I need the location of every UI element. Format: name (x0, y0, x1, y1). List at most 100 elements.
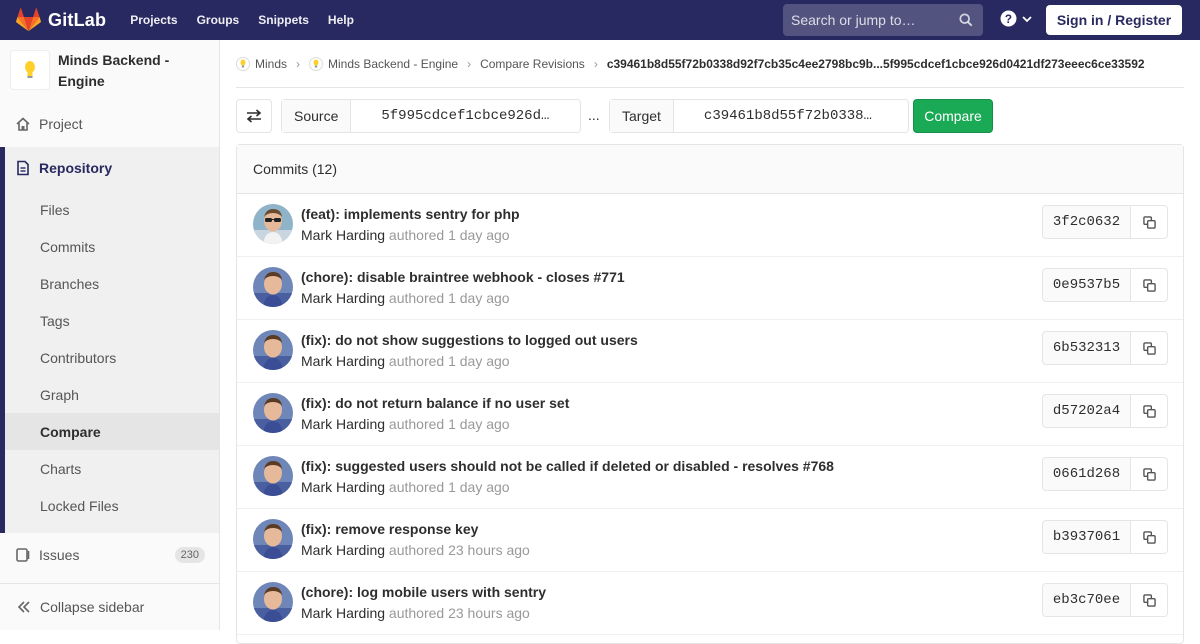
copy-sha-button[interactable] (1131, 457, 1168, 491)
copy-icon (1142, 530, 1156, 544)
issues-icon (16, 548, 30, 562)
search-placeholder: Search or jump to… (791, 12, 916, 28)
commit-author[interactable]: Mark Harding (301, 542, 385, 558)
commit-row: (fix): do not show suggestions to logged… (237, 320, 1183, 383)
commit-meta: Mark Harding authored 1 day ago (301, 227, 510, 243)
collapse-sidebar-button[interactable]: Collapse sidebar (0, 583, 219, 630)
commit-row: (chore): disable braintree webhook - clo… (237, 257, 1183, 320)
help-dropdown[interactable]: ? (1000, 10, 1033, 27)
breadcrumb-label: Minds Backend - Engine (328, 56, 459, 71)
nav-groups[interactable]: Groups (197, 13, 240, 27)
breadcrumb-current[interactable]: c39461b8d55f72b0338d92f7cb35c4ee2798bc9b… (607, 57, 1145, 71)
sidebar-item-project[interactable]: Project (0, 114, 219, 134)
source-dropdown[interactable]: 5f995cdcef1cbce926d… (351, 100, 549, 132)
author-avatar-image (253, 456, 293, 496)
commit-author[interactable]: Mark Harding (301, 353, 385, 369)
sign-in-button[interactable]: Sign in / Register (1046, 5, 1182, 35)
lightbulb-icon (25, 61, 35, 78)
author-avatar[interactable] (253, 456, 293, 496)
breadcrumb: Minds › Minds Backend - Engine › Compare… (236, 40, 1184, 88)
commit-author[interactable]: Mark Harding (301, 605, 385, 621)
target-dropdown[interactable]: c39461b8d55f72b0338… (674, 100, 872, 132)
commit-title[interactable]: (fix): suggested users should not be cal… (301, 458, 834, 474)
nav-snippets[interactable]: Snippets (258, 13, 309, 27)
commit-title[interactable]: (chore): log mobile users with sentry (301, 584, 546, 600)
copy-sha-button[interactable] (1131, 331, 1168, 365)
sidebar-item-issues[interactable]: Issues 230 (0, 543, 219, 567)
copy-sha-button[interactable] (1131, 394, 1168, 428)
author-avatar-image (253, 204, 293, 244)
source-field[interactable]: Source 5f995cdcef1cbce926d… (281, 99, 581, 133)
sidebar-item-label: Project (39, 116, 83, 132)
sidebar-item-files[interactable]: Files (5, 191, 219, 228)
breadcrumb-compare-revisions[interactable]: Compare Revisions (480, 57, 585, 71)
sidebar-item-commits[interactable]: Commits (5, 228, 219, 265)
commit-author[interactable]: Mark Harding (301, 227, 385, 243)
author-avatar[interactable] (253, 204, 293, 244)
gitlab-logo-link[interactable]: GitLab (16, 0, 106, 40)
commits-list: Commits (12) (feat): implements sentry f… (236, 144, 1184, 644)
commit-meta: Mark Harding authored 23 hours ago (301, 542, 530, 558)
sidebar-item-tags[interactable]: Tags (5, 302, 219, 339)
author-avatar-image (253, 519, 293, 559)
breadcrumb-separator: › (467, 56, 472, 71)
author-avatar[interactable] (253, 519, 293, 559)
sidebar-item-repository[interactable]: Repository (0, 158, 219, 178)
author-avatar[interactable] (253, 393, 293, 433)
sidebar-item-contributors[interactable]: Contributors (5, 339, 219, 376)
search-input[interactable]: Search or jump to… (783, 4, 983, 36)
commit-sha-button[interactable]: d57202a4 (1042, 394, 1131, 428)
commit-authored-time: authored 1 day ago (388, 353, 510, 369)
project-header[interactable]: Minds Backend - Engine (0, 40, 219, 102)
commit-sha-button[interactable]: 0e9537b5 (1042, 268, 1131, 302)
commit-title[interactable]: (fix): do not show suggestions to logged… (301, 332, 638, 348)
commit-author[interactable]: Mark Harding (301, 416, 385, 432)
breadcrumb-label: Minds (255, 56, 288, 71)
copy-icon (1142, 404, 1156, 418)
sidebar-item-branches[interactable]: Branches (5, 265, 219, 302)
commit-meta: Mark Harding authored 1 day ago (301, 290, 510, 306)
copy-sha-button[interactable] (1131, 205, 1168, 239)
double-chevron-left-icon (17, 601, 30, 613)
project-name: Minds Backend - Engine (58, 52, 170, 89)
compare-button[interactable]: Compare (913, 99, 993, 133)
sidebar-item-locked-files[interactable]: Locked Files (5, 487, 219, 524)
commit-title[interactable]: (fix): remove response key (301, 521, 478, 537)
brand-name: GitLab (48, 9, 107, 30)
commit-title[interactable]: (feat): implements sentry for php (301, 206, 520, 222)
nav-projects[interactable]: Projects (130, 13, 177, 27)
commit-sha-button[interactable]: 0661d268 (1042, 457, 1131, 491)
commit-sha-button[interactable]: eb3c70ee (1042, 583, 1131, 617)
commit-sha-button[interactable]: b3937061 (1042, 520, 1131, 554)
swap-arrows-icon (246, 109, 262, 123)
breadcrumb-project[interactable]: Minds Backend - Engine (309, 56, 459, 71)
target-field[interactable]: Target c39461b8d55f72b0338… (609, 99, 909, 133)
commit-author[interactable]: Mark Harding (301, 290, 385, 306)
commit-author[interactable]: Mark Harding (301, 479, 385, 495)
commit-sha-button[interactable]: 3f2c0632 (1042, 205, 1131, 239)
sidebar-item-label: Issues (39, 547, 80, 563)
commit-title[interactable]: (fix): do not return balance if no user … (301, 395, 569, 411)
commit-row: (fix): suggested users should not be cal… (237, 446, 1183, 509)
copy-sha-button[interactable] (1131, 583, 1168, 617)
top-navbar: GitLab Projects Groups Snippets Help Sea… (0, 0, 1200, 40)
search-icon (959, 13, 973, 27)
commit-sha-group: 6b532313 (1042, 331, 1168, 365)
commit-meta: Mark Harding authored 1 day ago (301, 479, 510, 495)
swap-revisions-button[interactable] (236, 99, 272, 133)
breadcrumb-separator: › (593, 56, 598, 71)
commit-title[interactable]: (chore): disable braintree webhook - clo… (301, 269, 625, 285)
copy-sha-button[interactable] (1131, 268, 1168, 302)
copy-sha-button[interactable] (1131, 520, 1168, 554)
author-avatar[interactable] (253, 330, 293, 370)
sidebar-item-charts[interactable]: Charts (5, 450, 219, 487)
sidebar-item-graph[interactable]: Graph (5, 376, 219, 413)
collapse-label: Collapse sidebar (40, 599, 145, 615)
author-avatar[interactable] (253, 267, 293, 307)
nav-help[interactable]: Help (328, 13, 354, 27)
author-avatar[interactable] (253, 582, 293, 622)
breadcrumb-minds[interactable]: Minds (236, 56, 288, 71)
commit-sha-button[interactable]: 6b532313 (1042, 331, 1131, 365)
commit-row: (fix): do not return balance if no user … (237, 383, 1183, 446)
sidebar-item-compare[interactable]: Compare (5, 413, 219, 450)
